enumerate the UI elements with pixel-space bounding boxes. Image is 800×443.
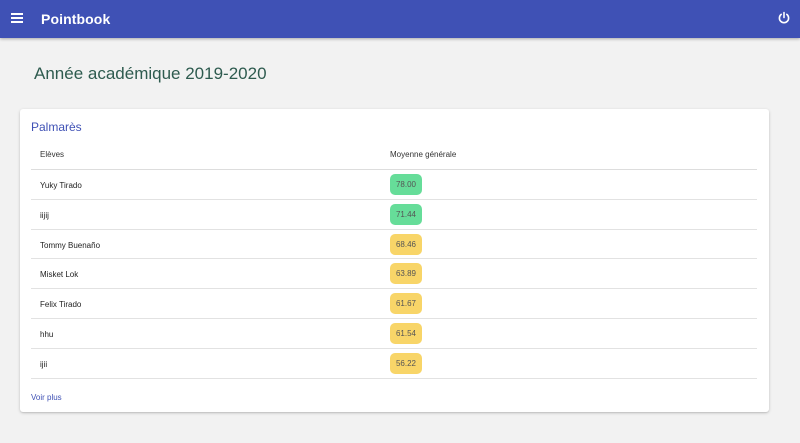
page-title: Année académique 2019-2020 (34, 64, 267, 83)
table-row[interactable]: Misket Lok 63.89 (31, 259, 757, 290)
card-title: Palmarès (31, 120, 82, 134)
app-title: Pointbook (41, 11, 111, 27)
power-icon[interactable] (777, 11, 791, 25)
table-row[interactable]: Felix Tirado 61.67 (31, 289, 757, 319)
average-badge: 61.54 (390, 322, 422, 344)
student-name: ijii (40, 359, 48, 369)
ranking-table: Yuky Tirado 78.00 iijij 71.44 Tommy Buenaño 6… (31, 170, 757, 379)
student-name: iijij (40, 210, 49, 220)
average-badge: 78.00 (390, 174, 422, 195)
student-name: Misket Lok (40, 270, 79, 280)
average-badge: 56.22 (390, 352, 422, 374)
student-name: hhu (40, 329, 54, 339)
average-badge: 68.46 (390, 233, 422, 255)
see-more-link[interactable]: Voir plus (31, 393, 62, 402)
student-name: Yuky Tirado (40, 181, 82, 190)
table-row[interactable]: Yuky Tirado 78.00 (31, 170, 757, 200)
average-badge: 61.67 (390, 293, 422, 315)
menu-icon[interactable] (10, 11, 24, 25)
column-header-students: Elèves (40, 150, 65, 159)
column-header-average: Moyenne générale (390, 150, 457, 159)
palmares-card: Palmarès Elèves Moyenne générale Yuky Ti… (20, 109, 769, 412)
app-bar: Pointbook (0, 0, 800, 38)
average-badge: 63.89 (390, 263, 422, 285)
table-row[interactable]: ijii 56.22 (31, 349, 757, 379)
table-row[interactable]: Tommy Buenaño 68.46 (31, 230, 757, 260)
student-name: Tommy Buenaño (40, 240, 101, 250)
student-name: Felix Tirado (40, 300, 82, 310)
table-row[interactable]: iijij 71.44 (31, 200, 757, 230)
average-badge: 71.44 (390, 203, 422, 225)
table-row[interactable]: hhu 61.54 (31, 319, 757, 349)
